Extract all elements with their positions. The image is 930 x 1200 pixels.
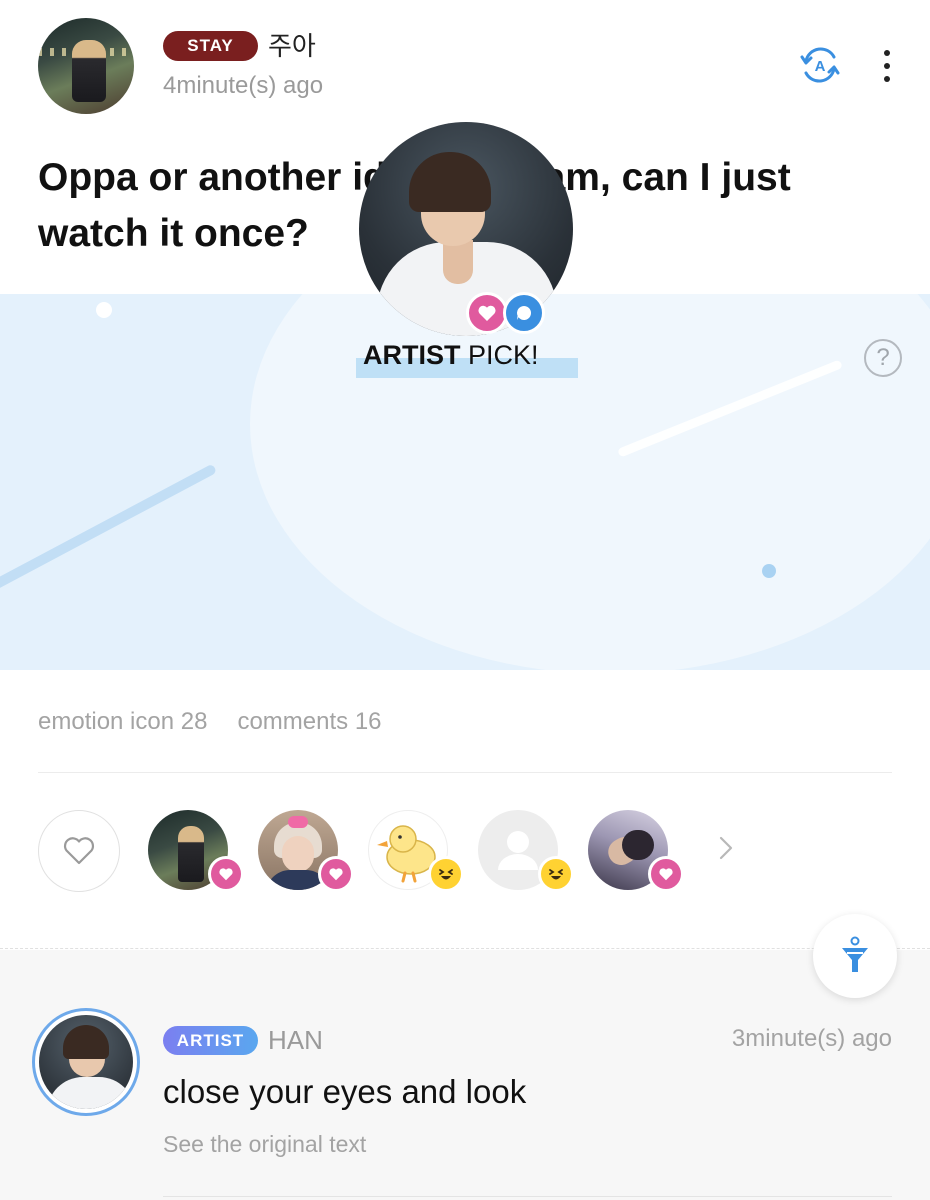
author-name[interactable]: 주아 [268, 26, 316, 63]
like-button[interactable] [38, 810, 120, 892]
banner-decor-dot [96, 302, 112, 318]
reactor-laugh-badge [538, 856, 574, 892]
comment-icon [517, 305, 532, 320]
author-fandom-badge: STAY [163, 31, 258, 61]
avatar-hair [63, 1025, 109, 1059]
comment-author-avatar[interactable] [32, 1008, 140, 1116]
comment-timestamp: 3minute(s) ago [731, 1025, 892, 1052]
heart-icon [478, 305, 496, 321]
comment-author-name[interactable]: HAN [268, 1025, 323, 1056]
more-options-button[interactable] [876, 46, 898, 86]
stats-divider [38, 772, 892, 773]
artist-pick-banner: ARTIST PICK! ? [0, 294, 930, 670]
more-dot [884, 63, 890, 69]
translate-icon-letter: A [815, 58, 826, 75]
post-timestamp: 4minute(s) ago [163, 72, 324, 99]
comment-count[interactable]: comments 16 [237, 708, 381, 735]
avatar-hair [622, 830, 654, 860]
artist-pick-title: ARTIST PICK! [363, 340, 539, 371]
help-icon[interactable]: ? [864, 339, 902, 377]
translate-icon: A [800, 47, 840, 83]
artist-badge: ARTIST [163, 1026, 258, 1055]
reactor-heart-badge [318, 856, 354, 892]
more-dot [884, 50, 890, 56]
reactor-heart-badge [208, 856, 244, 892]
artist-comment-badge [503, 292, 545, 334]
banner-background-shape [250, 294, 930, 670]
reactor-laugh-badge [428, 856, 464, 892]
artist-pick-title-rest: PICK! [460, 340, 539, 370]
artist-pick-title-bold: ARTIST [363, 340, 461, 370]
avatar-bow [288, 816, 308, 828]
comment-section-separator [0, 948, 930, 949]
avatar-face [282, 836, 314, 872]
avatar-neck [443, 240, 473, 284]
filter-button[interactable] [813, 914, 897, 998]
laugh-emoji-icon [549, 869, 563, 880]
avatar-shirt [47, 1077, 133, 1109]
more-reactors-button[interactable] [712, 834, 740, 862]
heart-icon [219, 868, 233, 881]
chevron-right-icon [719, 836, 733, 860]
author-avatar[interactable] [38, 18, 134, 114]
filter-icon [842, 936, 868, 972]
comment-divider [163, 1196, 892, 1197]
avatar-figure [72, 40, 106, 102]
comment-text: close your eyes and look [163, 1073, 527, 1110]
translate-button[interactable]: A [796, 41, 844, 89]
more-dot [884, 76, 890, 82]
avatar-hair [409, 152, 491, 212]
artist-heart-reaction-badge [466, 292, 508, 334]
avatar-photo [39, 1015, 133, 1109]
heart-icon [329, 868, 343, 881]
banner-decor-streak [0, 463, 218, 595]
laugh-emoji-icon [439, 869, 453, 880]
emotion-count[interactable]: emotion icon 28 [38, 708, 207, 735]
avatar-figure [178, 826, 204, 882]
post-stats: emotion icon 28 comments 16 [38, 708, 382, 736]
heart-outline-icon [63, 837, 95, 865]
heart-icon [659, 868, 673, 881]
banner-decor-dot [762, 564, 776, 578]
see-original-link[interactable]: See the original text [163, 1131, 366, 1158]
reactor-heart-badge [648, 856, 684, 892]
